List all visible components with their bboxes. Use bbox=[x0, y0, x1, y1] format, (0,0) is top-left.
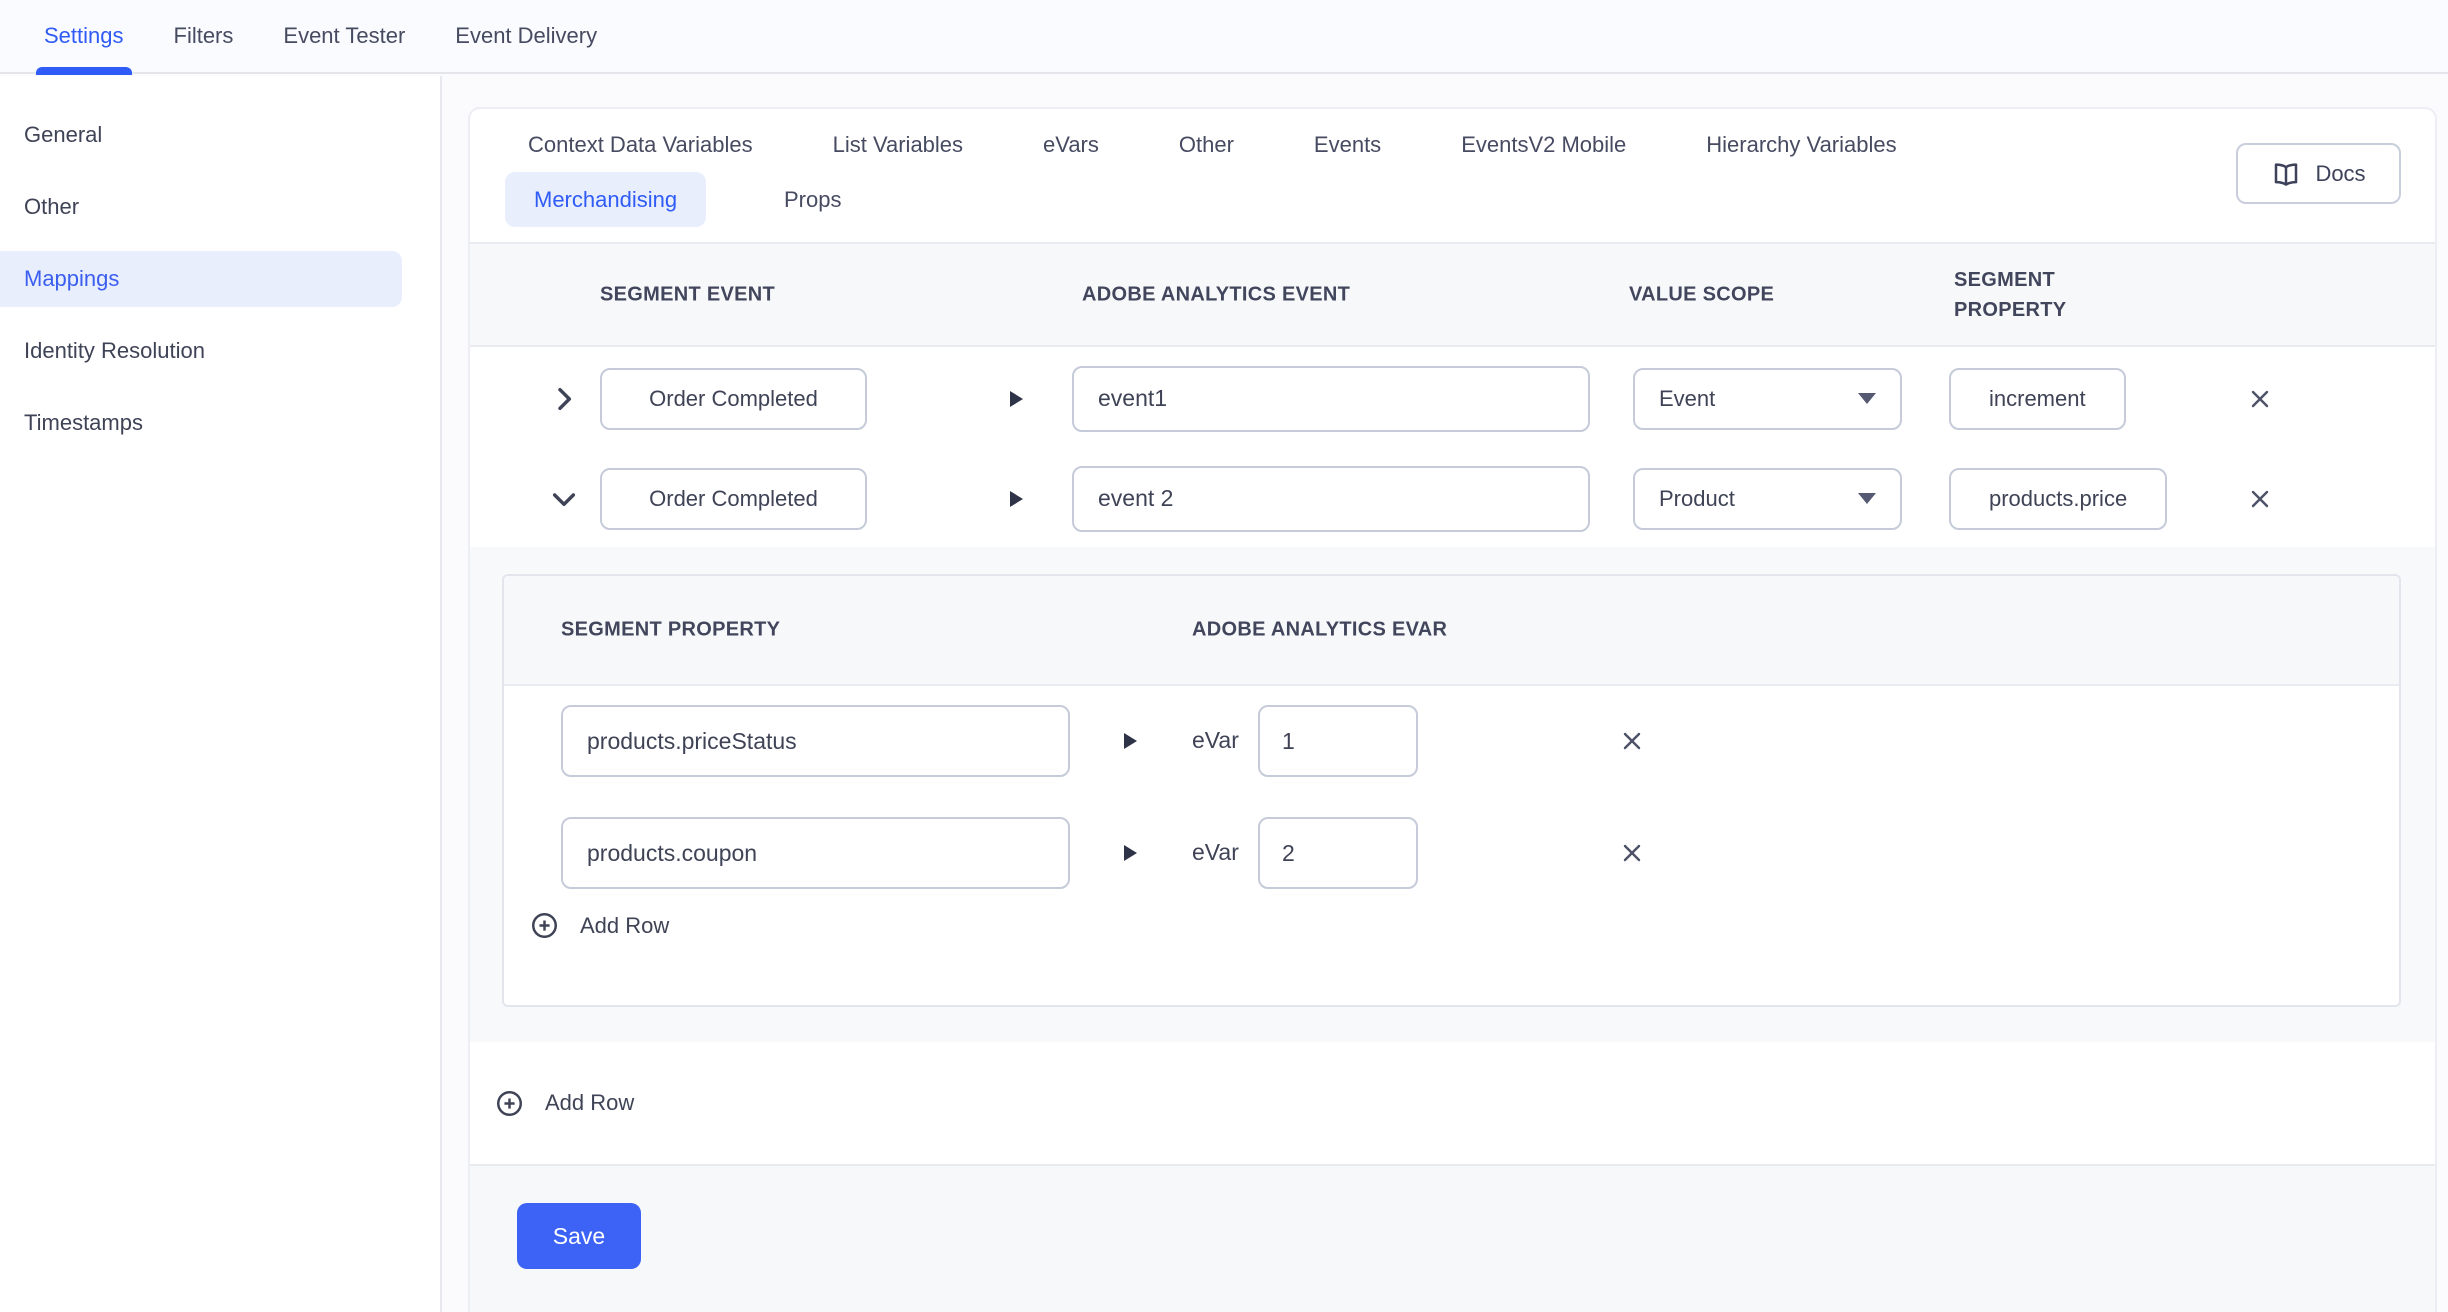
segment-event-button[interactable]: Order Completed bbox=[600, 368, 867, 430]
column-header-segment-property: SEGMENT PROPERTY bbox=[1954, 265, 2154, 325]
expanded-row-panel: SEGMENT PROPERTY ADOBE ANALYTICS EVAR eV… bbox=[470, 547, 2435, 1042]
top-nav: Settings Filters Event Tester Event Deli… bbox=[0, 0, 2448, 74]
column-header-adobe-analytics-event: ADOBE ANALYTICS EVENT bbox=[1082, 283, 1350, 306]
value-scope-select[interactable]: Event bbox=[1633, 368, 1902, 430]
book-icon bbox=[2271, 159, 2301, 189]
sidebar-item-label: General bbox=[24, 122, 102, 148]
value-scope-selected: Event bbox=[1659, 386, 1715, 412]
evar-prefix-label: eVar bbox=[1192, 839, 1239, 866]
close-icon bbox=[1618, 727, 1646, 755]
column-header-adobe-analytics-evar: ADOBE ANALYTICS EVAR bbox=[1192, 619, 1447, 642]
chevron-right-icon[interactable] bbox=[548, 383, 580, 415]
evar-subtable: SEGMENT PROPERTY ADOBE ANALYTICS EVAR eV… bbox=[502, 574, 2401, 1007]
chevron-down-icon[interactable] bbox=[548, 483, 580, 515]
tab-events[interactable]: Events bbox=[1314, 132, 1381, 158]
arrow-right-icon bbox=[1124, 733, 1137, 749]
remove-subrow-button[interactable] bbox=[1612, 833, 1652, 873]
add-row-button[interactable]: Add Row bbox=[496, 1090, 634, 1117]
tab-evars[interactable]: eVars bbox=[1043, 132, 1099, 158]
arrow-right-icon bbox=[1124, 845, 1137, 861]
plus-circle-icon bbox=[496, 1090, 523, 1117]
nav-tab-label: Event Tester bbox=[283, 23, 405, 49]
evar-number-input[interactable] bbox=[1258, 705, 1418, 777]
table-row: Order Completed Event increment bbox=[470, 347, 2435, 450]
mapping-tabs-row1: Context Data Variables List Variables eV… bbox=[528, 123, 1897, 167]
segment-property-button[interactable]: increment bbox=[1949, 368, 2126, 430]
tab-props[interactable]: Props bbox=[784, 172, 841, 227]
remove-row-button[interactable] bbox=[2240, 479, 2280, 519]
mapping-table-header: SEGMENT EVENT ADOBE ANALYTICS EVENT VALU… bbox=[470, 242, 2435, 347]
sidebar-item-label: Mappings bbox=[24, 266, 119, 292]
plus-circle-icon bbox=[531, 912, 558, 939]
column-header-segment-event: SEGMENT EVENT bbox=[600, 283, 775, 306]
segment-property-input[interactable] bbox=[561, 817, 1070, 889]
value-scope-selected: Product bbox=[1659, 486, 1735, 512]
add-subrow-button[interactable]: Add Row bbox=[531, 912, 669, 939]
close-icon bbox=[1618, 839, 1646, 867]
sidebar-item-other[interactable]: Other bbox=[0, 171, 440, 243]
sidebar-item-general[interactable]: General bbox=[0, 99, 440, 171]
caret-down-icon bbox=[1858, 393, 1876, 404]
nav-tab-settings[interactable]: Settings bbox=[44, 0, 124, 73]
sidebar-item-label: Identity Resolution bbox=[24, 338, 205, 364]
segment-property-input[interactable] bbox=[561, 705, 1070, 777]
nav-tab-filters[interactable]: Filters bbox=[174, 0, 234, 73]
mapping-tabs-header: Context Data Variables List Variables eV… bbox=[470, 109, 2435, 242]
close-icon bbox=[2246, 485, 2274, 513]
adobe-event-input[interactable] bbox=[1072, 466, 1590, 532]
add-row-section: Add Row bbox=[470, 1042, 2435, 1164]
add-row-label: Add Row bbox=[545, 1090, 634, 1116]
sidebar-item-identity-resolution[interactable]: Identity Resolution bbox=[0, 315, 440, 387]
nav-tab-event-tester[interactable]: Event Tester bbox=[283, 0, 405, 73]
arrow-right-icon bbox=[1010, 391, 1023, 407]
card-footer: Save bbox=[470, 1164, 2435, 1312]
column-header-segment-property: SEGMENT PROPERTY bbox=[561, 619, 780, 642]
save-button[interactable]: Save bbox=[517, 1203, 641, 1269]
active-tab-underline bbox=[36, 67, 132, 75]
settings-sidebar: General Other Mappings Identity Resoluti… bbox=[0, 76, 442, 1312]
tab-merchandising-active[interactable]: Merchandising bbox=[505, 172, 706, 227]
sidebar-item-label: Other bbox=[24, 194, 79, 220]
tab-other[interactable]: Other bbox=[1179, 132, 1234, 158]
sidebar-item-mappings[interactable]: Mappings bbox=[0, 243, 440, 315]
tab-eventsv2-mobile[interactable]: EventsV2 Mobile bbox=[1461, 132, 1626, 158]
docs-button-label: Docs bbox=[2315, 161, 2365, 187]
remove-subrow-button[interactable] bbox=[1612, 721, 1652, 761]
nav-tab-label: Event Delivery bbox=[455, 23, 597, 49]
table-row: Order Completed Product products.price bbox=[470, 450, 2435, 547]
add-row-label: Add Row bbox=[580, 913, 669, 939]
evar-subtable-body: eVar eVar bbox=[504, 686, 2399, 1005]
value-scope-select[interactable]: Product bbox=[1633, 468, 1902, 530]
nav-tab-label: Settings bbox=[44, 23, 124, 49]
docs-button[interactable]: Docs bbox=[2236, 143, 2401, 204]
tab-context-data-variables[interactable]: Context Data Variables bbox=[528, 132, 753, 158]
close-icon bbox=[2246, 385, 2274, 413]
tab-hierarchy-variables[interactable]: Hierarchy Variables bbox=[1706, 132, 1896, 158]
caret-down-icon bbox=[1858, 493, 1876, 504]
segment-property-button[interactable]: products.price bbox=[1949, 468, 2167, 530]
mappings-card: Context Data Variables List Variables eV… bbox=[468, 107, 2437, 1312]
remove-row-button[interactable] bbox=[2240, 379, 2280, 419]
adobe-event-input[interactable] bbox=[1072, 366, 1590, 432]
evar-subtable-header: SEGMENT PROPERTY ADOBE ANALYTICS EVAR bbox=[504, 576, 2399, 686]
tab-list-variables[interactable]: List Variables bbox=[833, 132, 963, 158]
column-header-value-scope: VALUE SCOPE bbox=[1629, 283, 1774, 306]
evar-number-input[interactable] bbox=[1258, 817, 1418, 889]
sidebar-item-timestamps[interactable]: Timestamps bbox=[0, 387, 440, 459]
mappings-content: Context Data Variables List Variables eV… bbox=[442, 76, 2448, 1312]
segment-event-button[interactable]: Order Completed bbox=[600, 468, 867, 530]
nav-tab-event-delivery[interactable]: Event Delivery bbox=[455, 0, 597, 73]
settings-page: Settings Filters Event Tester Event Deli… bbox=[0, 0, 2448, 1312]
arrow-right-icon bbox=[1010, 491, 1023, 507]
sidebar-item-label: Timestamps bbox=[24, 410, 143, 436]
evar-prefix-label: eVar bbox=[1192, 727, 1239, 754]
nav-tab-label: Filters bbox=[174, 23, 234, 49]
